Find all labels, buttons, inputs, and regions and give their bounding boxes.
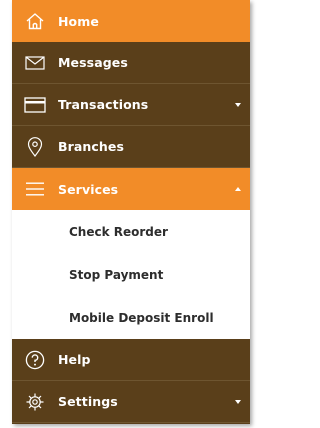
chevron-down-icon: [235, 102, 241, 107]
hamburger-icon: [12, 168, 58, 210]
submenu-item-check-reorder[interactable]: Check Reorder: [12, 210, 250, 253]
menu-item-branches[interactable]: Branches: [12, 126, 250, 168]
side-menu: Home Messages Transactions Branches Serv…: [12, 0, 250, 424]
menu-label-services: Services: [58, 181, 119, 197]
menu-item-settings[interactable]: Settings: [12, 381, 250, 423]
gear-icon: [12, 381, 58, 423]
menu-item-transactions[interactable]: Transactions: [12, 84, 250, 126]
menu-label-help: Help: [58, 352, 91, 367]
menu-item-help[interactable]: Help: [12, 339, 250, 381]
question-icon: [12, 339, 58, 381]
menu-item-services[interactable]: Services: [12, 168, 250, 210]
envelope-icon: [12, 42, 58, 84]
home-icon: [12, 0, 58, 42]
card-icon: [12, 84, 58, 126]
services-submenu: Check Reorder Stop Payment Mobile Deposi…: [12, 210, 250, 339]
menu-label-branches: Branches: [58, 139, 125, 154]
submenu-item-stop-payment[interactable]: Stop Payment: [12, 253, 250, 296]
location-pin-icon: [12, 126, 58, 168]
menu-label-settings: Settings: [58, 394, 118, 409]
menu-label-home: Home: [58, 13, 99, 29]
menu-label-messages: Messages: [58, 55, 128, 70]
chevron-down-icon: [235, 399, 241, 404]
chevron-up-icon: [235, 187, 241, 191]
submenu-item-mobile-deposit-enroll[interactable]: Mobile Deposit Enroll: [12, 296, 250, 339]
menu-item-home[interactable]: Home: [12, 0, 250, 42]
menu-item-messages[interactable]: Messages: [12, 42, 250, 84]
menu-label-transactions: Transactions: [58, 97, 149, 112]
